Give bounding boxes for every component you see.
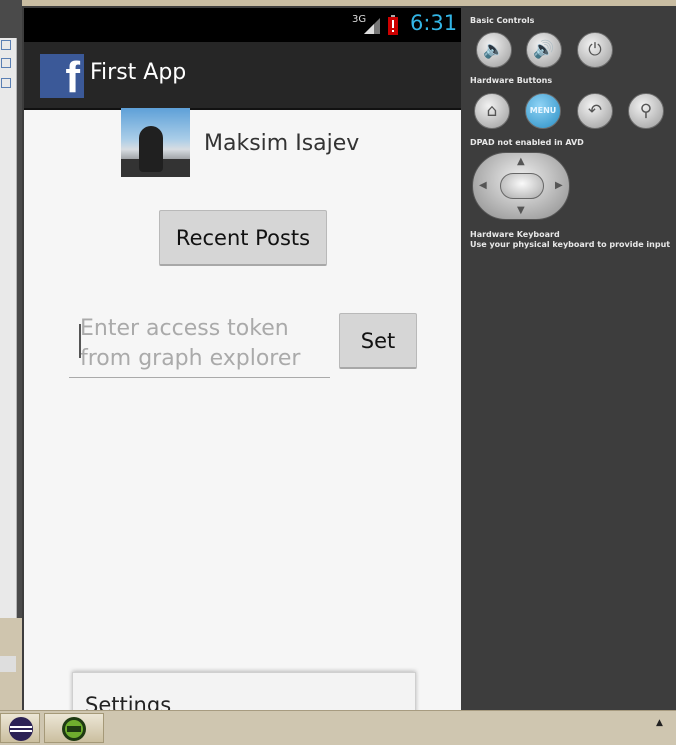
taskbar-eclipse-button[interactable]	[0, 713, 40, 743]
status-bar: 3G 6:31	[24, 8, 461, 42]
text-cursor	[79, 324, 81, 358]
facebook-logo-icon[interactable]: f	[40, 54, 84, 98]
tray-up-arrow-icon[interactable]: ▲	[656, 718, 663, 728]
profile-picture-person	[139, 126, 163, 172]
user-name: Maksim Isajev	[204, 131, 360, 156]
menu-item-settings[interactable]: Settings	[85, 693, 171, 710]
volume-down-icon[interactable]: 🔈	[476, 32, 512, 68]
hardware-keyboard-description: Use your physical keyboard to provide in…	[470, 240, 671, 249]
host-taskbar	[0, 710, 676, 745]
signal-icon	[364, 18, 380, 34]
android-emulator-icon	[62, 717, 86, 741]
dpad-label: DPAD not enabled in AVD	[470, 138, 584, 147]
host-tree-icon	[1, 40, 11, 50]
hardware-keyboard-label: Hardware Keyboard	[470, 230, 560, 239]
basic-controls-label: Basic Controls	[470, 16, 535, 25]
battery-icon	[388, 15, 398, 35]
host-tree-icon	[1, 78, 11, 88]
home-icon[interactable]: ⌂	[474, 93, 510, 129]
device-screen[interactable]: 3G 6:31 f First App Maksim Isajev Recent…	[24, 8, 461, 710]
profile-picture	[121, 108, 190, 177]
host-window-left-edge	[0, 0, 22, 710]
host-lower-area	[0, 618, 22, 710]
taskbar-emulator-button[interactable]	[44, 713, 104, 743]
dpad-down-icon[interactable]: ▼	[517, 205, 525, 216]
back-icon[interactable]: ↶	[577, 93, 613, 129]
hardware-buttons-label: Hardware Buttons	[470, 76, 553, 85]
host-tree-icon	[1, 58, 11, 68]
menu-button[interactable]: MENU	[525, 93, 561, 129]
action-bar: f First App	[24, 42, 461, 110]
dpad-up-icon[interactable]: ▲	[517, 156, 525, 167]
eclipse-icon	[9, 717, 33, 741]
app-title: First App	[90, 60, 187, 85]
dpad-control[interactable]: ▲ ▼ ◀ ▶	[472, 152, 570, 220]
volume-up-icon[interactable]: 🔊	[526, 32, 562, 68]
dpad-center-button[interactable]	[500, 173, 544, 199]
search-icon[interactable]: ⚲	[628, 93, 664, 129]
set-token-button[interactable]: Set	[339, 313, 417, 369]
power-icon[interactable]: ⏻	[577, 32, 613, 68]
dpad-right-icon[interactable]: ▶	[555, 180, 563, 191]
recent-posts-button[interactable]: Recent Posts	[159, 210, 327, 266]
clock: 6:31	[410, 11, 458, 35]
options-menu: Settings	[72, 672, 416, 710]
host-strip	[0, 656, 16, 672]
dpad-left-icon[interactable]: ◀	[479, 180, 487, 191]
emulator-control-panel: Basic Controls 🔈 🔊 ⏻ Hardware Buttons ⌂ …	[462, 8, 676, 708]
access-token-input[interactable]	[69, 314, 330, 378]
android-emulator-window: 3G 6:31 f First App Maksim Isajev Recent…	[22, 6, 676, 710]
host-side-panel	[0, 38, 17, 618]
